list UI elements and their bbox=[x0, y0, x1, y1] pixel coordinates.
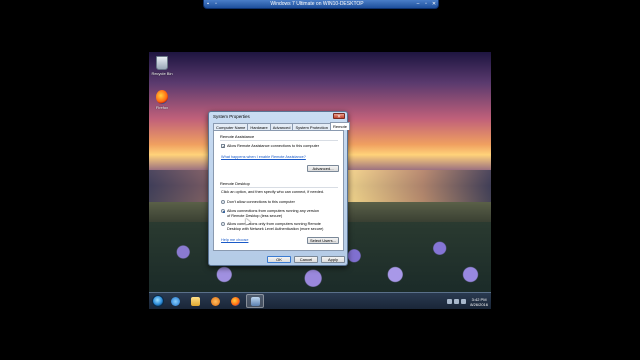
radio-any-version[interactable] bbox=[221, 209, 225, 214]
remote-session-title: Windows 7 Ultimate on WIN10-DESKTOP bbox=[270, 1, 364, 7]
remote-assistance-help-link[interactable]: What happens when I enable Remote Assist… bbox=[221, 155, 306, 159]
desktop-icon-label: Recycle Bin bbox=[151, 71, 173, 76]
recycle-bin-icon bbox=[156, 56, 168, 70]
option-label: Allow connections only from computers ru… bbox=[227, 222, 324, 231]
system-properties-icon bbox=[250, 296, 260, 306]
minimize-icon[interactable]: – bbox=[414, 1, 422, 8]
firefox-icon bbox=[230, 296, 240, 306]
taskbar-system-properties[interactable] bbox=[246, 294, 264, 308]
taskbar-internet-explorer[interactable] bbox=[166, 294, 184, 308]
clock[interactable]: 3:42 PM 8/26/2016 bbox=[470, 297, 488, 307]
taskbar-media-player[interactable] bbox=[206, 294, 224, 308]
tab-remote[interactable]: Remote bbox=[329, 122, 350, 130]
remote-viewer-bar: ▪ ▫ Windows 7 Ultimate on WIN10-DESKTOP … bbox=[203, 0, 439, 9]
option-label: Don't allow connections to this computer bbox=[227, 200, 295, 204]
divider bbox=[220, 187, 338, 188]
desktop-icon-recycle-bin[interactable]: Recycle Bin bbox=[149, 56, 175, 76]
folder-icon bbox=[190, 296, 200, 306]
tab-strip: Computer Name Hardware Advanced System P… bbox=[213, 122, 350, 130]
tab-computer-name[interactable]: Computer Name bbox=[213, 123, 249, 130]
media-player-icon bbox=[210, 296, 220, 306]
allow-remote-assistance-label: Allow Remote Assistance connections to t… bbox=[227, 144, 320, 148]
remote-assistance-heading: Remote Assistance bbox=[220, 134, 255, 139]
tray-network-icon[interactable] bbox=[454, 299, 460, 304]
help-me-choose-link[interactable]: Help me choose bbox=[221, 238, 248, 242]
taskbar: 3:42 PM 8/26/2016 bbox=[149, 292, 491, 309]
dialog-title: System Properties bbox=[213, 114, 250, 119]
divider bbox=[220, 140, 338, 141]
remote-desktop-option-any-version[interactable]: Allow connections from computers running… bbox=[221, 209, 321, 218]
remote-desktop-heading: Remote Desktop bbox=[220, 181, 250, 186]
remote-tab-panel: Remote Assistance ✓ Allow Remote Assista… bbox=[213, 130, 344, 251]
allow-remote-assistance-checkbox[interactable]: ✓ bbox=[221, 144, 225, 149]
restore-icon[interactable]: ▫ bbox=[422, 1, 430, 8]
cancel-button[interactable]: Cancel bbox=[294, 256, 318, 263]
system-tray: 3:42 PM 8/26/2016 bbox=[447, 293, 488, 310]
radio-nla[interactable] bbox=[221, 222, 225, 227]
remote-desktop-option-dont-allow[interactable]: Don't allow connections to this computer bbox=[221, 200, 339, 205]
tray-flag-icon[interactable] bbox=[447, 299, 453, 304]
clock-date: 8/26/2016 bbox=[470, 301, 488, 307]
radio-dont-allow[interactable] bbox=[221, 200, 225, 205]
remote-desktop-instruction: Click an option, and then specify who ca… bbox=[221, 190, 339, 195]
close-icon[interactable]: ✕ bbox=[430, 1, 438, 8]
start-button[interactable] bbox=[152, 295, 164, 307]
desktop-icon-firefox[interactable]: Firefox bbox=[149, 90, 175, 110]
tab-hardware[interactable]: Hardware bbox=[247, 123, 271, 130]
tab-advanced[interactable]: Advanced bbox=[269, 123, 294, 130]
firefox-icon bbox=[156, 90, 168, 104]
advanced-button[interactable]: Advanced... bbox=[307, 165, 339, 172]
select-users-button[interactable]: Select Users... bbox=[307, 237, 339, 244]
instruction-text: Click an option, and then specify who ca… bbox=[221, 190, 325, 194]
taskbar-explorer[interactable] bbox=[186, 294, 204, 308]
lock-icon: ▫ bbox=[215, 1, 217, 7]
system-properties-dialog: System Properties ✕ Computer Name Hardwa… bbox=[208, 111, 350, 266]
clock-time: 3:42 PM bbox=[471, 296, 487, 302]
taskbar-firefox[interactable] bbox=[226, 294, 244, 308]
option-label: Allow connections from computers running… bbox=[227, 209, 320, 218]
desktop-icon-label: Firefox bbox=[155, 105, 169, 110]
allow-remote-assistance-row[interactable]: ✓ Allow Remote Assistance connections to… bbox=[221, 144, 339, 149]
screen: ▪ ▫ Windows 7 Ultimate on WIN10-DESKTOP … bbox=[0, 0, 640, 360]
ok-button[interactable]: OK bbox=[267, 256, 291, 263]
tab-system-protection[interactable]: System Protection bbox=[292, 123, 331, 130]
remote-desktop-option-nla[interactable]: Allow connections only from computers ru… bbox=[221, 222, 335, 231]
apply-button[interactable]: Apply bbox=[321, 256, 345, 263]
tray-volume-icon[interactable] bbox=[461, 299, 467, 304]
dialog-close-button[interactable]: ✕ bbox=[333, 113, 345, 119]
internet-explorer-icon bbox=[170, 296, 180, 306]
pin-icon[interactable]: ▪ bbox=[204, 1, 212, 8]
